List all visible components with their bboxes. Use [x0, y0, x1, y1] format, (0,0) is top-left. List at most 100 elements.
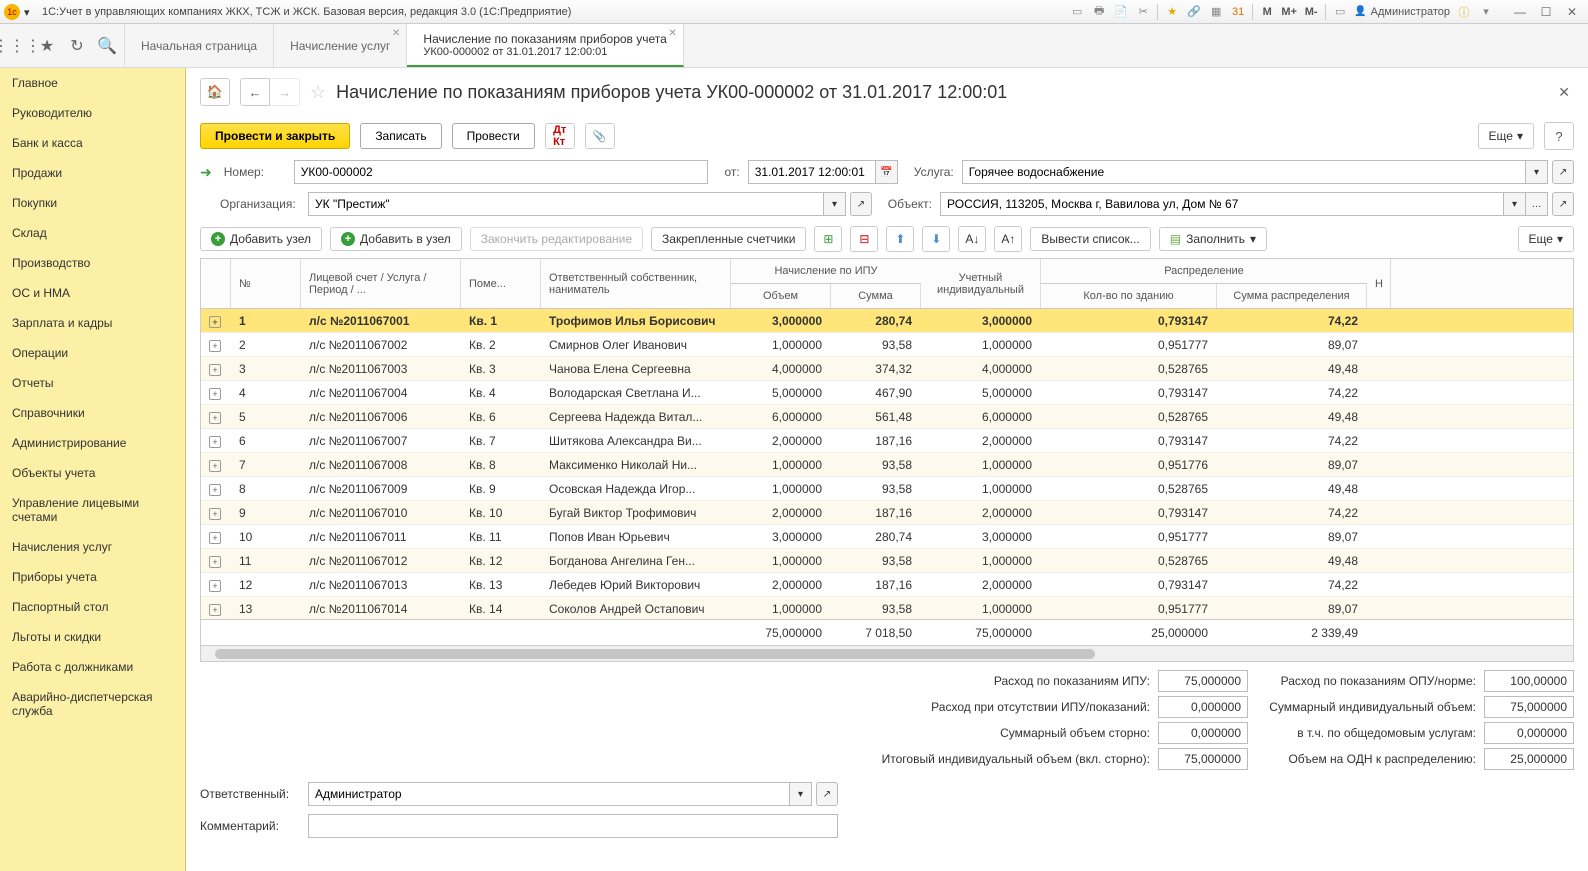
expand-icon[interactable]: +: [209, 412, 221, 424]
back-button[interactable]: ←: [240, 78, 270, 106]
write-button[interactable]: Записать: [360, 123, 441, 149]
horizontal-scrollbar[interactable]: [201, 645, 1573, 661]
sidebar-item-7[interactable]: ОС и НМА: [0, 278, 185, 308]
sidebar-item-10[interactable]: Отчеты: [0, 368, 185, 398]
expand-icon[interactable]: +: [209, 532, 221, 544]
expand-icon[interactable]: +: [209, 460, 221, 472]
responsible-dropdown-button[interactable]: ▾: [790, 782, 812, 806]
expand-icon[interactable]: +: [209, 580, 221, 592]
service-dropdown-button[interactable]: ▾: [1526, 160, 1548, 184]
th-sum[interactable]: Сумма: [831, 284, 921, 308]
sidebar-item-20[interactable]: Аварийно-диспетчерская служба: [0, 682, 185, 726]
table-more-button[interactable]: Еще ▾: [1518, 226, 1574, 252]
tab-close-icon[interactable]: ✕: [392, 28, 400, 39]
org-open-button[interactable]: ↗: [850, 192, 872, 216]
th-number[interactable]: №: [231, 259, 301, 308]
th-h[interactable]: Н: [1367, 259, 1391, 308]
sidebar-item-5[interactable]: Склад: [0, 218, 185, 248]
table-row[interactable]: +7л/с №2011067008Кв. 8Максименко Николай…: [201, 453, 1573, 477]
sidebar-item-18[interactable]: Льготы и скидки: [0, 622, 185, 652]
output-list-button[interactable]: Вывести список...: [1030, 227, 1150, 251]
expand-icon[interactable]: +: [209, 556, 221, 568]
bookmark-star-icon[interactable]: ☆: [310, 82, 326, 103]
dt-kt-icon[interactable]: ДтКт: [545, 123, 575, 149]
more-actions-button[interactable]: Еще ▾: [1478, 123, 1534, 149]
tb-icon-grid[interactable]: ▦: [1208, 4, 1224, 20]
object-dropdown-button[interactable]: ▾: [1504, 192, 1526, 216]
tb-m-minus[interactable]: M-: [1303, 4, 1319, 20]
sidebar-item-0[interactable]: Главное: [0, 68, 185, 98]
home-button[interactable]: 🏠: [200, 78, 230, 106]
apps-icon[interactable]: ⋮⋮⋮: [8, 37, 26, 55]
tb-icon-doc[interactable]: 📄: [1113, 4, 1129, 20]
expand-icon[interactable]: +: [209, 316, 221, 328]
tab-0[interactable]: Начальная страница: [125, 24, 274, 67]
add-to-node-button[interactable]: +Добавить в узел: [330, 227, 462, 251]
sidebar-item-2[interactable]: Банк и касса: [0, 128, 185, 158]
current-user[interactable]: 👤Администратор: [1354, 6, 1450, 18]
sidebar-item-9[interactable]: Операции: [0, 338, 185, 368]
responsible-open-button[interactable]: ↗: [816, 782, 838, 806]
tb-icon-print[interactable]: 🖶: [1091, 4, 1107, 20]
pinned-counters-button[interactable]: Закрепленные счетчики: [651, 227, 806, 251]
sidebar-item-3[interactable]: Продажи: [0, 158, 185, 188]
expand-icon[interactable]: +: [209, 340, 221, 352]
window-maximize[interactable]: ☐: [1534, 3, 1558, 21]
sidebar-item-8[interactable]: Зарплата и кадры: [0, 308, 185, 338]
table-body[interactable]: +1л/с №2011067001Кв. 1Трофимов Илья Бори…: [201, 309, 1573, 619]
move-down-icon[interactable]: ⬇: [922, 226, 950, 252]
expand-icon[interactable]: +: [209, 508, 221, 520]
tb-icon-cut[interactable]: ✂: [1135, 4, 1151, 20]
sort-asc-icon[interactable]: A↓: [958, 226, 986, 252]
help-button[interactable]: ?: [1544, 122, 1574, 150]
th-individual[interactable]: Учетный индивидуальный: [921, 259, 1041, 308]
date-picker-button[interactable]: 📅: [876, 160, 898, 184]
sidebar-item-6[interactable]: Производство: [0, 248, 185, 278]
sidebar-item-14[interactable]: Управление лицевыми счетами: [0, 488, 185, 532]
th-volume[interactable]: Объем: [731, 284, 831, 308]
collapse-all-icon[interactable]: ⊟: [850, 226, 878, 252]
tab-1[interactable]: Начисление услуг✕: [274, 24, 407, 67]
service-input[interactable]: [962, 160, 1526, 184]
th-qty-building[interactable]: Кол-во по зданию: [1041, 284, 1217, 308]
org-dropdown-button[interactable]: ▾: [824, 192, 846, 216]
sidebar-item-1[interactable]: Руководителю: [0, 98, 185, 128]
table-row[interactable]: +8л/с №2011067009Кв. 9Осовская Надежда И…: [201, 477, 1573, 501]
move-up-icon[interactable]: ⬆: [886, 226, 914, 252]
tb-icon-1[interactable]: ▭: [1069, 4, 1085, 20]
object-input[interactable]: [940, 192, 1504, 216]
sidebar-item-4[interactable]: Покупки: [0, 188, 185, 218]
th-room[interactable]: Поме...: [461, 259, 541, 308]
th-dist-sum[interactable]: Сумма распределения: [1217, 284, 1367, 308]
table-row[interactable]: +13л/с №2011067014Кв. 14Соколов Андрей О…: [201, 597, 1573, 619]
tb-icon-cal[interactable]: 31: [1230, 4, 1246, 20]
tb-m-plus[interactable]: M+: [1281, 4, 1297, 20]
fill-button[interactable]: ▤Заполнить ▾: [1159, 227, 1267, 251]
app-menu-dropdown[interactable]: ▾: [24, 6, 36, 18]
table-row[interactable]: +6л/с №2011067007Кв. 7Шитякова Александр…: [201, 429, 1573, 453]
attachment-icon[interactable]: 📎: [585, 123, 615, 149]
tb-m[interactable]: M: [1259, 4, 1275, 20]
history-icon[interactable]: ↻: [68, 37, 86, 55]
window-close[interactable]: ✕: [1560, 3, 1584, 21]
sidebar-item-19[interactable]: Работа с должниками: [0, 652, 185, 682]
add-node-button[interactable]: +Добавить узел: [200, 227, 322, 251]
table-row[interactable]: +1л/с №2011067001Кв. 1Трофимов Илья Бори…: [201, 309, 1573, 333]
th-owner[interactable]: Ответственный собственник, наниматель: [541, 259, 731, 308]
table-row[interactable]: +9л/с №2011067010Кв. 10Бугай Виктор Троф…: [201, 501, 1573, 525]
tb-icon-info-drop[interactable]: ▾: [1478, 4, 1494, 20]
sidebar-item-17[interactable]: Паспортный стол: [0, 592, 185, 622]
org-input[interactable]: [308, 192, 824, 216]
table-row[interactable]: +3л/с №2011067003Кв. 3Чанова Елена Серге…: [201, 357, 1573, 381]
table-row[interactable]: +11л/с №2011067012Кв. 12Богданова Ангели…: [201, 549, 1573, 573]
table-row[interactable]: +10л/с №2011067011Кв. 11Попов Иван Юрьев…: [201, 525, 1573, 549]
date-input[interactable]: [748, 160, 876, 184]
post-and-close-button[interactable]: Провести и закрыть: [200, 123, 350, 149]
expand-icon[interactable]: +: [209, 388, 221, 400]
tb-icon-info[interactable]: ⓘ: [1456, 4, 1472, 20]
expand-icon[interactable]: +: [209, 604, 221, 616]
expand-icon[interactable]: +: [209, 364, 221, 376]
service-open-button[interactable]: ↗: [1552, 160, 1574, 184]
sidebar-item-11[interactable]: Справочники: [0, 398, 185, 428]
post-button[interactable]: Провести: [452, 123, 535, 149]
